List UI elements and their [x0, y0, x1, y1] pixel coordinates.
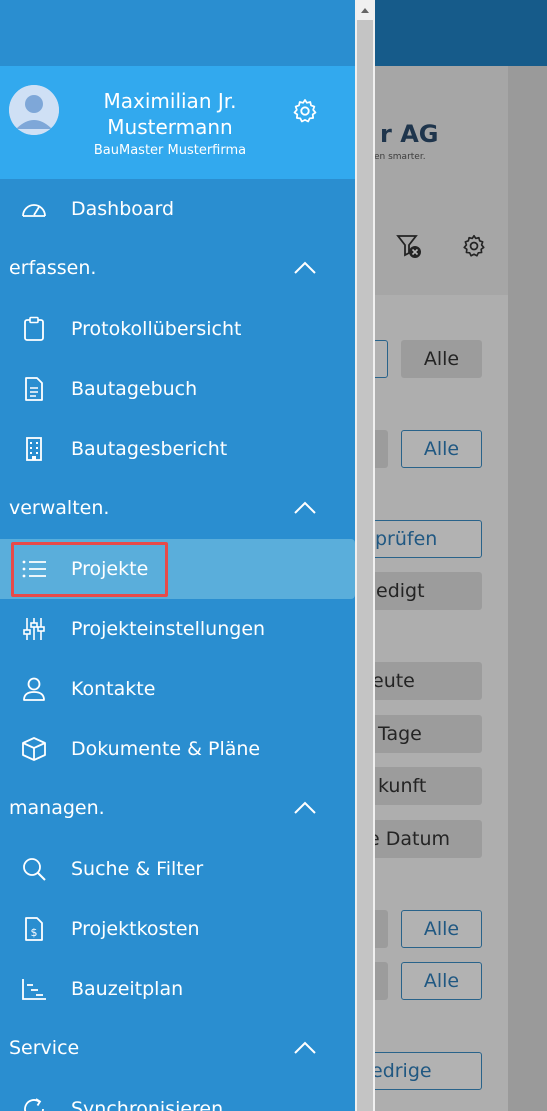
nav-item-dashboard[interactable]: Dashboard: [0, 179, 355, 239]
section-label: verwalten.: [9, 497, 110, 519]
dashboard-gauge-icon: [20, 195, 48, 223]
nav-item-bautagebuch[interactable]: Bautagebuch: [0, 359, 355, 419]
profile-company: BauMaster Musterfirma: [93, 143, 247, 158]
chevron-up-icon: [292, 497, 318, 519]
selection-highlight-box: [11, 542, 168, 597]
drawer-scrollbar[interactable]: [355, 0, 375, 1111]
section-label: managen.: [9, 797, 105, 819]
nav-item-label: Bauzeitplan: [71, 978, 184, 1000]
nav-item-bautagesbericht[interactable]: Bautagesbericht: [0, 419, 355, 479]
profile-settings-gear-icon[interactable]: [291, 97, 319, 125]
nav-item-label: Synchronisieren: [71, 1098, 224, 1111]
scroll-up-arrow-icon[interactable]: [355, 0, 375, 20]
clipboard-icon: [20, 315, 48, 343]
section-erfassen[interactable]: erfassen.: [0, 239, 355, 299]
sliders-icon: [20, 615, 48, 643]
section-service[interactable]: Service: [0, 1019, 355, 1079]
sync-icon: [20, 1095, 48, 1111]
nav-item-label: Dashboard: [71, 198, 175, 220]
nav-item-label: Projektkosten: [71, 918, 200, 940]
section-label: Service: [9, 1037, 80, 1059]
scrollbar-thumb[interactable]: [357, 20, 373, 1111]
nav-item-label: Protokollübersicht: [71, 318, 242, 340]
section-managen[interactable]: managen.: [0, 779, 355, 839]
nav-item-label: Dokumente & Pläne: [71, 738, 261, 760]
invoice-icon: $: [20, 915, 48, 943]
section-verwalten[interactable]: verwalten.: [0, 479, 355, 539]
person-icon: [20, 675, 48, 703]
box-icon: [20, 735, 48, 763]
svg-text:$: $: [31, 926, 38, 939]
nav-item-label: Kontakte: [71, 678, 156, 700]
avatar[interactable]: [9, 85, 59, 135]
building-icon: [20, 435, 48, 463]
nav-item-kontakte[interactable]: Kontakte: [0, 659, 355, 719]
nav-item-projekteinstellungen[interactable]: Projekteinstellungen: [0, 599, 355, 659]
nav-item-label: Suche & Filter: [71, 858, 204, 880]
nav-item-synchronisieren[interactable]: Synchronisieren: [0, 1079, 355, 1111]
nav-item-label: Bautagebuch: [71, 378, 198, 400]
section-label: erfassen.: [9, 257, 97, 279]
nav-item-dokumente[interactable]: Dokumente & Pläne: [0, 719, 355, 779]
nav-item-suche-filter[interactable]: Suche & Filter: [0, 839, 355, 899]
nav-item-bauzeitplan[interactable]: Bauzeitplan: [0, 959, 355, 1019]
profile-header: Maximilian Jr. Mustermann BauMaster Must…: [0, 66, 355, 179]
search-icon: [20, 855, 48, 883]
document-icon: [20, 375, 48, 403]
navigation-drawer: Maximilian Jr. Mustermann BauMaster Must…: [0, 0, 355, 1111]
nav-item-protokolluebersicht[interactable]: Protokollübersicht: [0, 299, 355, 359]
nav-item-label: Bautagesbericht: [71, 438, 228, 460]
chevron-up-icon: [292, 797, 318, 819]
gantt-icon: [20, 975, 48, 1003]
nav-item-projektkosten[interactable]: $ Projektkosten: [0, 899, 355, 959]
nav-item-label: Projekteinstellungen: [71, 618, 266, 640]
chevron-up-icon: [292, 1037, 318, 1059]
drawer-top-bar: [0, 0, 355, 66]
profile-name: Maximilian Jr. Mustermann: [103, 89, 237, 139]
chevron-up-icon: [292, 257, 318, 279]
